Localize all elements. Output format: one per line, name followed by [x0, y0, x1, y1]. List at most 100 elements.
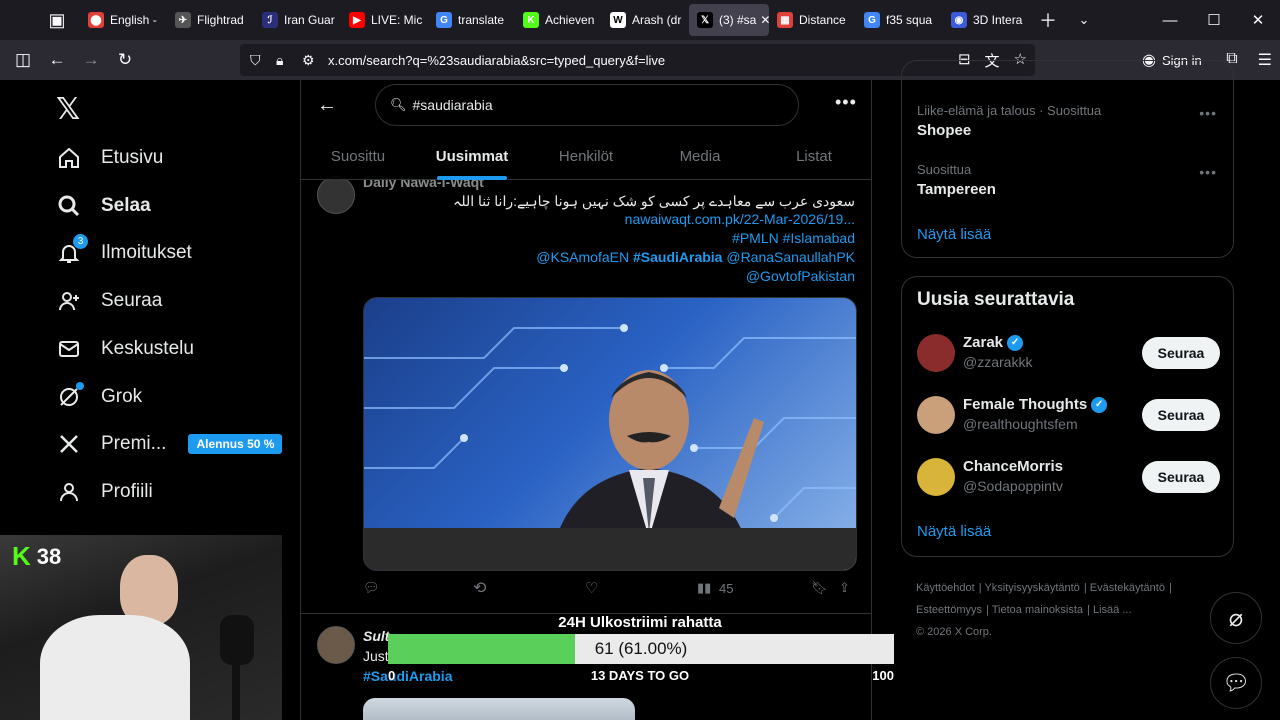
search-tab[interactable]: Listat: [757, 140, 871, 180]
back-button[interactable]: ←: [40, 50, 74, 70]
browser-tab[interactable]: K Achieven: [515, 4, 602, 36]
nav-item-mail[interactable]: Keskustelu: [56, 329, 194, 369]
browser-tab[interactable]: W Arash (dr: [602, 4, 689, 36]
search-input[interactable]: 🔍︎ #saudiarabia: [375, 84, 799, 126]
tweet[interactable]: Daily Nawa-i-Waqt سعودی عرب سے معاہدے پر…: [301, 170, 871, 614]
menu-icon[interactable]: ☰: [1258, 50, 1272, 70]
grok-fab-button[interactable]: ⌀: [1210, 592, 1262, 644]
footer-links: Käyttöehdot | Yksityisyyskäytäntö | Eväste…: [916, 582, 1172, 638]
reply-icon[interactable]: 💬︎: [363, 580, 380, 596]
nav-item-search[interactable]: Selaa: [56, 186, 151, 226]
reload-button[interactable]: ↻: [108, 50, 142, 70]
user-name-row[interactable]: Zarak ✓: [963, 334, 1024, 351]
author-avatar[interactable]: [317, 176, 355, 214]
mention-ksamofaen[interactable]: @KSAmofaEN: [536, 249, 629, 265]
nav-item-person[interactable]: Profiili: [56, 472, 153, 512]
browser-tab[interactable]: Gtranslate: [428, 4, 515, 36]
share-icon[interactable]: ⇪: [839, 580, 850, 596]
footer-accessibility[interactable]: Esteettömyys: [916, 604, 982, 616]
user-name-row[interactable]: Female Thoughts ✓: [963, 396, 1108, 413]
footer-privacy[interactable]: Yksityisyyskäytäntö: [984, 582, 1079, 594]
permissions-icon[interactable]: ⚙: [302, 52, 328, 69]
nav-item-bell[interactable]: 3 Ilmoitukset: [56, 233, 192, 273]
author-avatar[interactable]: [317, 626, 355, 664]
search-tab[interactable]: Henkilöt: [529, 140, 643, 180]
user-name-row[interactable]: ChanceMorris: [963, 458, 1063, 475]
search-tab[interactable]: Media: [643, 140, 757, 180]
tweet-image[interactable]: [363, 698, 635, 720]
shield-icon[interactable]: ⛉: [250, 52, 276, 69]
maximize-button[interactable]: ☐: [1192, 11, 1236, 29]
trend-more-icon[interactable]: •••: [1199, 105, 1217, 121]
browser-tab[interactable]: ⬤ English -: [80, 4, 167, 36]
trend-name[interactable]: Tampereen: [917, 181, 996, 198]
search-tab[interactable]: Uusimmat: [415, 140, 529, 180]
forward-button[interactable]: →: [74, 50, 108, 70]
follow-button[interactable]: Seuraa: [1142, 337, 1220, 369]
search-tab[interactable]: Suosittu: [301, 140, 415, 180]
user-name[interactable]: ChanceMorris: [963, 458, 1063, 475]
like-icon[interactable]: ♡: [585, 579, 598, 597]
browser-tab[interactable]: ▦ Distance: [769, 4, 856, 36]
user-avatar[interactable]: [917, 396, 955, 434]
nav-item-label: Profiili: [101, 480, 153, 502]
tweet-link[interactable]: nawaiwaqt.com.pk/22-Mar-2026/19...: [365, 211, 855, 227]
follow-button[interactable]: Seuraa: [1142, 399, 1220, 431]
nav-item-home[interactable]: Etusivu: [56, 138, 163, 178]
sidebar-toggle-icon[interactable]: ◫: [6, 50, 40, 70]
browser-tab[interactable]: ✈ Flightrad: [167, 4, 254, 36]
tab-overview-icon[interactable]: ▣: [38, 10, 76, 31]
show-more-trends-link[interactable]: Näytä lisää: [917, 226, 991, 243]
browser-tab[interactable]: 𝕏 (3) #sa ✕: [689, 4, 769, 36]
user-name[interactable]: Female Thoughts: [963, 396, 1087, 413]
hashtag-saudiarabia[interactable]: #SaudiArabia: [633, 249, 722, 265]
trend-more-icon[interactable]: •••: [1199, 164, 1217, 180]
nav-item-grok[interactable]: Grok: [56, 377, 142, 417]
suggested-user[interactable]: Female Thoughts ✓ @realthoughtsfem Seuraa: [917, 396, 1220, 436]
show-more-users-link[interactable]: Näytä lisää: [917, 523, 991, 540]
browser-tab[interactable]: ℐ Iran Guar: [254, 4, 341, 36]
footer-cookies[interactable]: Evästekäytäntö: [1090, 582, 1165, 594]
close-window-button[interactable]: ✕: [1236, 11, 1280, 29]
x-icon: [56, 431, 82, 457]
tweet-text: سعودی عرب سے معاہدے پر کسی کو شک نہیں ہو…: [453, 193, 855, 209]
user-avatar[interactable]: [917, 458, 955, 496]
views-icon[interactable]: ▮▮: [697, 580, 711, 596]
new-tab-button[interactable]: ＋: [1030, 7, 1066, 33]
follow-button[interactable]: Seuraa: [1142, 461, 1220, 493]
close-tab-icon[interactable]: ✕: [760, 13, 769, 27]
url-text[interactable]: x.com/search?q=%23saudiarabia&src=typed_…: [328, 53, 665, 68]
minimize-button[interactable]: —: [1148, 12, 1192, 29]
trend-name[interactable]: Shopee: [917, 122, 971, 139]
browser-tab[interactable]: Gf35 squa: [856, 4, 943, 36]
tab-list-button[interactable]: ⌄: [1066, 12, 1102, 28]
messages-fab-button[interactable]: 💬︎: [1210, 657, 1262, 709]
verified-badge-icon: ✓: [1091, 396, 1108, 413]
browser-tab[interactable]: ◉ 3D Intera: [943, 4, 1030, 36]
nav-item-x[interactable]: Premi... Alennus 50 %: [56, 424, 283, 464]
nav-item-add-person[interactable]: Seuraa: [56, 281, 162, 321]
user-avatar[interactable]: [917, 334, 955, 372]
footer-ads-info[interactable]: Tietoa mainoksista: [992, 604, 1083, 616]
x-logo-icon[interactable]: 𝕏: [56, 92, 80, 127]
tweet-hashtags[interactable]: #PMLN #Islamabad: [365, 230, 855, 246]
browser-tab[interactable]: ▶ LIVE: Mic: [341, 4, 428, 36]
search-query[interactable]: #saudiarabia: [413, 97, 493, 113]
tab-label: f35 squa: [886, 13, 933, 27]
tweet-image[interactable]: [363, 297, 857, 571]
bookmark-icon[interactable]: 🔖︎: [811, 580, 828, 596]
suggested-user[interactable]: Zarak ✓ @zzarakkk Seuraa: [917, 334, 1220, 374]
footer-more[interactable]: Lisää ...: [1093, 604, 1132, 616]
suggested-user[interactable]: ChanceMorris @Sodapoppintv Seuraa: [917, 458, 1220, 498]
retweet-icon[interactable]: ⟲: [473, 578, 486, 598]
tab-favicon-icon: K: [523, 12, 539, 28]
mention-govtofpakistan[interactable]: @GovtofPakistan: [365, 268, 855, 284]
premium-discount-badge[interactable]: Alennus 50 %: [188, 434, 283, 455]
mention-ranasanaullahpk[interactable]: @RanaSanaullahPK: [726, 249, 855, 265]
person-icon: [56, 479, 82, 505]
user-name[interactable]: Zarak: [963, 334, 1003, 351]
lock-icon[interactable]: 🔒︎: [276, 52, 302, 69]
back-arrow-icon[interactable]: ←: [317, 94, 337, 117]
footer-terms[interactable]: Käyttöehdot: [916, 582, 975, 594]
more-options-icon[interactable]: •••: [835, 92, 857, 113]
